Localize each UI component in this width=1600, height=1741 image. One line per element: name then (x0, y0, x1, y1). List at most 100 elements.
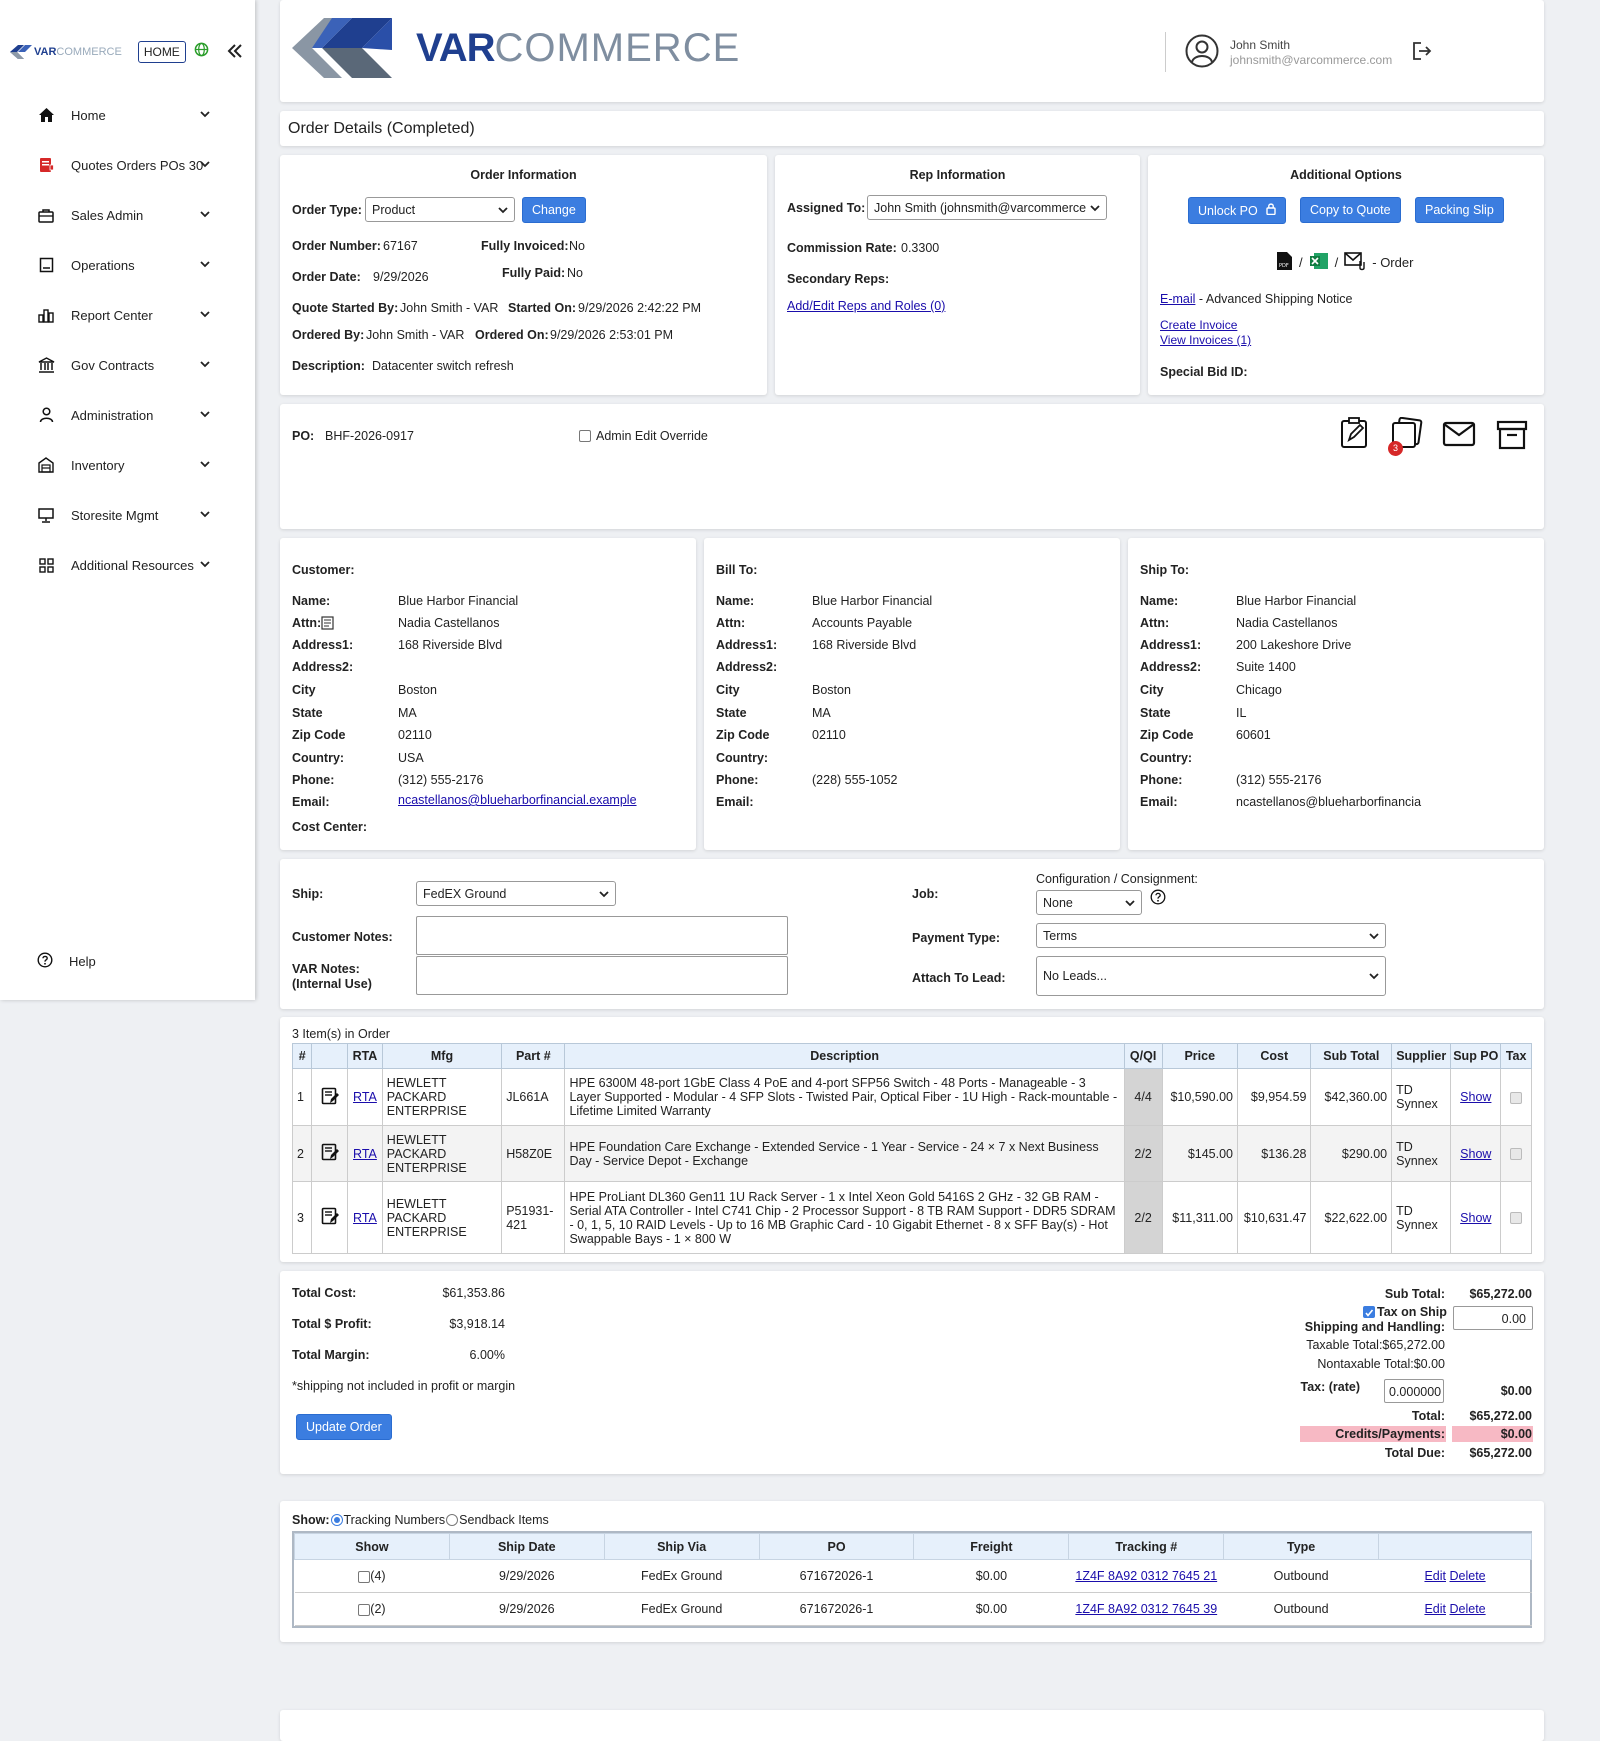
assigned-to-select[interactable]: John Smith (johnsmith@varcommerce (867, 195, 1107, 220)
archive-icon[interactable] (1496, 419, 1528, 454)
globe-icon[interactable] (194, 42, 209, 62)
chevron-down-icon[interactable] (200, 206, 210, 221)
change-button[interactable]: Change (522, 197, 586, 223)
sidebar-item-report-center[interactable]: Report Center (0, 290, 255, 340)
ship-to-address1: 200 Lakeshore Drive (1236, 638, 1352, 652)
chevron-down-icon[interactable] (200, 156, 210, 171)
unlock-po-button[interactable]: Unlock PO (1188, 197, 1286, 224)
po-panel: PO: BHF-2026-0917 Admin Edit Override 3 (280, 404, 1544, 529)
address1-label: Address1: (716, 638, 778, 652)
tax-rate-input[interactable]: 0.000000 (1384, 1379, 1444, 1403)
ship-to-state: IL (1236, 706, 1247, 720)
admin-edit-override-checkbox[interactable] (579, 430, 591, 442)
rta-link[interactable]: RTA (353, 1147, 377, 1161)
line-notes-icon[interactable] (311, 1068, 349, 1126)
sidebar-item-help[interactable]: Help (37, 952, 96, 971)
sidebar-item-home[interactable]: Home (0, 90, 255, 140)
assigned-to-label: Assigned To: (787, 201, 866, 215)
var-notes-textarea[interactable] (416, 956, 788, 995)
tracking-number-link[interactable]: 1Z4F 8A92 0312 7645 39 (1075, 1602, 1217, 1616)
order-type-select[interactable]: Product (365, 197, 515, 222)
sidebar-item-administration[interactable]: Administration (0, 390, 255, 440)
sidebar-item-operations[interactable]: Operations (0, 240, 255, 290)
payment-type-select[interactable]: Terms (1036, 923, 1386, 948)
customer-notes-textarea[interactable] (416, 916, 788, 955)
chevron-down-icon[interactable] (200, 456, 210, 471)
rta-link[interactable]: RTA (353, 1090, 377, 1104)
logo-mark-icon (292, 18, 392, 78)
address1-label: Address1: (292, 638, 354, 652)
collapse-sidebar-icon[interactable] (227, 41, 243, 64)
sidebar-logo[interactable]: VAR COMMERCE (8, 44, 122, 60)
rta-link[interactable]: RTA (353, 1211, 377, 1225)
user-avatar-icon[interactable] (1185, 34, 1219, 71)
logout-icon[interactable] (1412, 42, 1432, 63)
chevron-down-icon[interactable] (200, 256, 210, 271)
add-edit-reps-link[interactable]: Add/Edit Reps and Roles (0) (787, 299, 945, 313)
edit-notes-icon[interactable] (1340, 417, 1370, 452)
line-notes-icon[interactable] (311, 1181, 349, 1254)
sidebar-item-quotes-orders[interactable]: Quotes Orders POs 30 (0, 140, 255, 190)
copy-to-quote-button[interactable]: Copy to Quote (1300, 197, 1401, 223)
view-invoices-link[interactable]: View Invoices (1) (1160, 333, 1251, 347)
order-items-panel: 3 Item(s) in Order # RTA Mfg Part # Desc… (280, 1017, 1544, 1262)
order-date: 9/29/2026 (373, 270, 429, 284)
cost-cell: $9,954.59 (1237, 1068, 1312, 1126)
shipping-input[interactable]: 0.00 (1453, 1306, 1533, 1330)
brand-logo[interactable]: VAR COMMERCE (292, 10, 740, 86)
chevron-down-icon[interactable] (200, 506, 210, 521)
city-label: City (1140, 683, 1164, 697)
create-invoice-link[interactable]: Create Invoice (1160, 318, 1237, 332)
line-notes-icon[interactable] (311, 1125, 349, 1182)
show-tracking-checkbox[interactable] (358, 1603, 371, 1616)
tax-on-ship-label: Tax on Ship (1377, 1305, 1447, 1319)
quantity-cell: 2/2 (1123, 1125, 1163, 1182)
sup-po-show-link[interactable]: Show (1460, 1147, 1491, 1161)
contact-list-icon[interactable] (321, 616, 335, 633)
bill-to-address1: 168 Riverside Blvd (812, 638, 917, 652)
chevron-down-icon[interactable] (200, 106, 210, 121)
bill-to-panel: Bill To: Name: Attn: Address1: Address2:… (704, 538, 1120, 850)
configuration-select[interactable]: None (1036, 890, 1142, 915)
home-button[interactable]: HOME (137, 41, 186, 63)
delete-link[interactable]: Delete (1449, 1569, 1485, 1583)
email-link[interactable]: E-mail (1160, 292, 1195, 306)
sidebar-item-inventory[interactable]: Inventory (0, 440, 255, 490)
edit-link[interactable]: Edit (1424, 1602, 1446, 1616)
credits-value: $0.00 (1500, 1427, 1532, 1441)
delete-link[interactable]: Delete (1449, 1602, 1485, 1616)
sidebar-item-gov-contracts[interactable]: Gov Contracts (0, 340, 255, 390)
tax-on-ship-toggle[interactable]: Tax on Ship (1363, 1305, 1447, 1319)
started-on-label: Started On: (508, 301, 577, 315)
chevron-down-icon[interactable] (200, 406, 210, 421)
attach-lead-select[interactable]: No Leads... (1036, 956, 1386, 996)
po-label: PO: (292, 429, 315, 443)
edit-link[interactable]: Edit (1424, 1569, 1446, 1583)
ship-method-select[interactable]: FedEX Ground (416, 881, 616, 906)
tracking-number-link[interactable]: 1Z4F 8A92 0312 7645 21 (1075, 1569, 1217, 1583)
sendback-items-radio[interactable] (446, 1514, 459, 1526)
chevron-down-icon[interactable] (200, 556, 210, 571)
packing-slip-button[interactable]: Packing Slip (1415, 197, 1504, 223)
email-attachment-icon[interactable] (1344, 251, 1366, 274)
customer-email-link[interactable]: ncastellanos@blueharborfinancial.example (398, 793, 637, 807)
excel-icon[interactable] (1309, 251, 1329, 274)
sidebar-item-sales-admin[interactable]: Sales Admin (0, 190, 255, 240)
ship-to-attn: Nadia Castellanos (1236, 616, 1338, 630)
sidebar-item-storesite-mgmt[interactable]: Storesite Mgmt (0, 490, 255, 540)
update-order-button[interactable]: Update Order (296, 1414, 392, 1440)
chevron-down-icon[interactable] (200, 306, 210, 321)
help-circle-icon[interactable] (1150, 889, 1166, 908)
sup-po-show-link[interactable]: Show (1460, 1211, 1491, 1225)
sup-po-show-link[interactable]: Show (1460, 1090, 1491, 1104)
show-tracking-checkbox[interactable] (358, 1570, 371, 1583)
chevron-down-icon (1090, 201, 1100, 215)
admin-edit-override[interactable]: Admin Edit Override (579, 429, 708, 443)
sidebar-item-additional-resources[interactable]: Additional Resources (0, 540, 255, 590)
tax-on-ship-checkbox[interactable] (1363, 1306, 1375, 1318)
chevron-down-icon[interactable] (200, 356, 210, 371)
fully-paid-value: No (567, 266, 583, 280)
tracking-numbers-radio[interactable] (330, 1514, 343, 1526)
pdf-icon[interactable]: PDF (1276, 251, 1293, 274)
mail-icon[interactable] (1442, 421, 1476, 450)
